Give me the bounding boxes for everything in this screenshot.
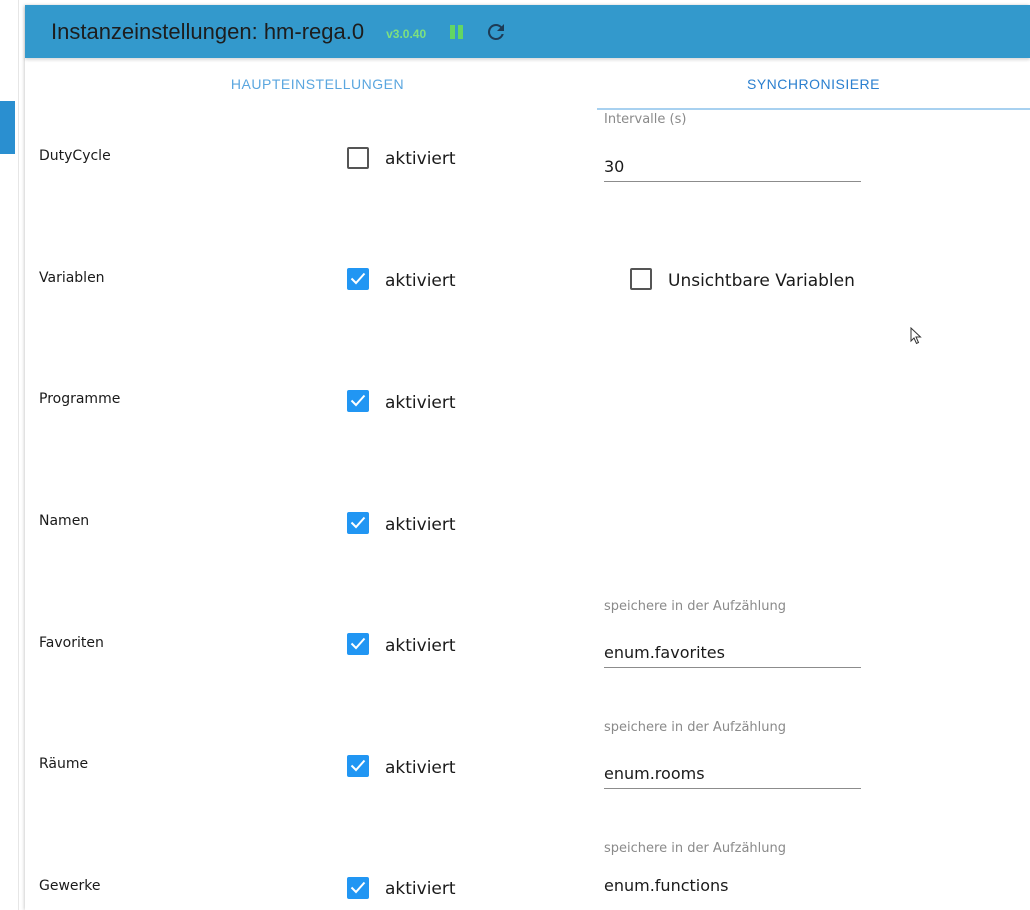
rooms-enum-label: speichere in der Aufzählung xyxy=(604,720,786,735)
reload-icon[interactable] xyxy=(484,20,508,44)
row-label-namen: Namen xyxy=(39,513,90,529)
mouse-cursor-icon xyxy=(910,326,922,349)
checkbox-label-invisible-variables: Unsichtbare Variablen xyxy=(668,271,855,291)
row-label-programme: Programme xyxy=(39,391,121,407)
row-label-favoriten: Favoriten xyxy=(39,635,104,651)
pause-icon[interactable] xyxy=(448,23,464,41)
checkbox-variablen[interactable] xyxy=(347,268,369,290)
rooms-enum-input[interactable] xyxy=(604,759,861,789)
tab-synchronize[interactable]: SYNCHRONISIERE xyxy=(597,59,1030,109)
checkbox-label-raeume: aktiviert xyxy=(385,758,456,778)
row-label-gewerke: Gewerke xyxy=(39,878,101,894)
checkbox-label-namen: aktiviert xyxy=(385,515,456,535)
checkbox-label-variablen: aktiviert xyxy=(385,271,456,291)
checkbox-label-dutycycle: aktiviert xyxy=(385,149,456,169)
row-label-variablen: Variablen xyxy=(39,270,105,286)
functions-enum-input[interactable] xyxy=(604,870,861,900)
favorites-enum-label: speichere in der Aufzählung xyxy=(604,599,786,614)
checkbox-label-programme: aktiviert xyxy=(385,393,456,413)
checkbox-raeume[interactable] xyxy=(347,755,369,777)
checkbox-dutycycle[interactable] xyxy=(347,147,369,169)
checkbox-favoriten[interactable] xyxy=(347,633,369,655)
instance-settings-dialog: Instanzeinstellungen: hm-rega.0 v3.0.40 … xyxy=(25,5,1030,910)
row-label-dutycycle: DutyCycle xyxy=(39,148,111,164)
tab-main-settings[interactable]: HAUPTEINSTELLUNGEN xyxy=(25,59,610,109)
checkbox-invisible-variables[interactable] xyxy=(630,268,652,290)
interval-field-label: Intervalle (s) xyxy=(604,112,687,127)
checkbox-label-favoriten: aktiviert xyxy=(385,636,456,656)
checkbox-label-gewerke: aktiviert xyxy=(385,879,456,899)
dialog-title: Instanzeinstellungen: hm-rega.0 xyxy=(51,18,365,44)
dialog-header: Instanzeinstellungen: hm-rega.0 v3.0.40 xyxy=(25,5,1030,58)
row-label-raeume: Räume xyxy=(39,756,89,772)
sidebar-active-marker xyxy=(0,101,15,154)
favorites-enum-input[interactable] xyxy=(604,638,861,668)
checkbox-gewerke[interactable] xyxy=(347,877,369,899)
functions-enum-label: speichere in der Aufzählung xyxy=(604,841,786,856)
version-badge: v3.0.40 xyxy=(386,26,427,41)
checkbox-programme[interactable] xyxy=(347,390,369,412)
checkbox-namen[interactable] xyxy=(347,512,369,534)
interval-input[interactable] xyxy=(604,152,861,182)
active-tab-indicator xyxy=(597,108,1030,110)
